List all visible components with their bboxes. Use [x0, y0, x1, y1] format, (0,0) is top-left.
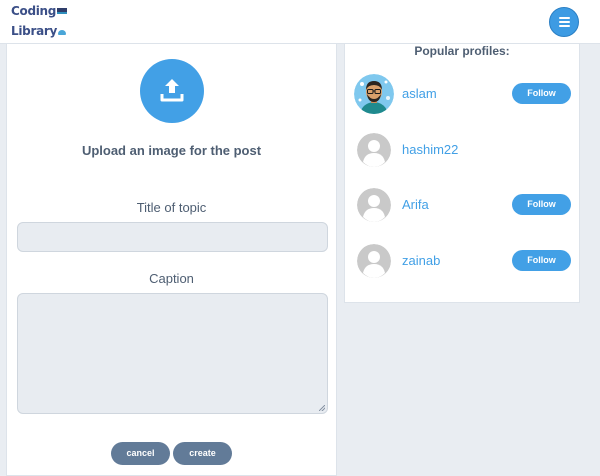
profile-name[interactable]: aslam — [402, 86, 437, 101]
default-avatar-icon[interactable] — [357, 133, 391, 167]
follow-button[interactable]: Follow — [512, 83, 571, 104]
profile-item: aslam Follow — [345, 74, 579, 118]
follow-button[interactable]: Follow — [512, 250, 571, 271]
upload-label: Upload an image for the post — [81, 143, 262, 158]
title-label: Title of topic — [136, 200, 207, 215]
cancel-button[interactable]: cancel — [111, 442, 170, 465]
cloud-icon — [58, 30, 67, 35]
profile-item: Arifa Follow — [345, 185, 579, 229]
popular-profiles-title: Popular profiles: — [414, 44, 510, 58]
default-avatar-icon[interactable] — [357, 188, 391, 222]
upload-image-button[interactable] — [140, 59, 204, 123]
cartoon-avatar-icon[interactable] — [354, 74, 394, 114]
logo-line2: Library — [11, 24, 58, 38]
popular-profiles-card: Popular profiles: aslam Follow hashim22 … — [344, 44, 580, 303]
follow-button[interactable]: Follow — [512, 194, 571, 215]
profile-name[interactable]: Arifa — [402, 197, 429, 212]
logo-line1: Coding — [11, 4, 57, 18]
upload-icon — [160, 79, 184, 102]
create-post-card: Upload an image for the post Title of to… — [6, 44, 337, 476]
resize-handle-icon[interactable] — [319, 405, 325, 411]
coding-library-logo[interactable]: Coding Library — [11, 4, 68, 38]
caption-label: Caption — [149, 271, 194, 286]
laptop-icon — [57, 8, 68, 14]
title-input[interactable] — [17, 222, 328, 252]
default-avatar-icon[interactable] — [357, 244, 391, 278]
profile-item: hashim22 — [345, 130, 579, 174]
caption-textarea[interactable] — [17, 293, 328, 414]
top-navbar: Coding Library — [0, 0, 600, 44]
profile-name[interactable]: hashim22 — [402, 142, 458, 157]
create-button[interactable]: create — [173, 442, 232, 465]
profile-item: zainab Follow — [345, 241, 579, 285]
profile-name[interactable]: zainab — [402, 253, 440, 268]
hamburger-menu-icon[interactable] — [549, 7, 579, 37]
